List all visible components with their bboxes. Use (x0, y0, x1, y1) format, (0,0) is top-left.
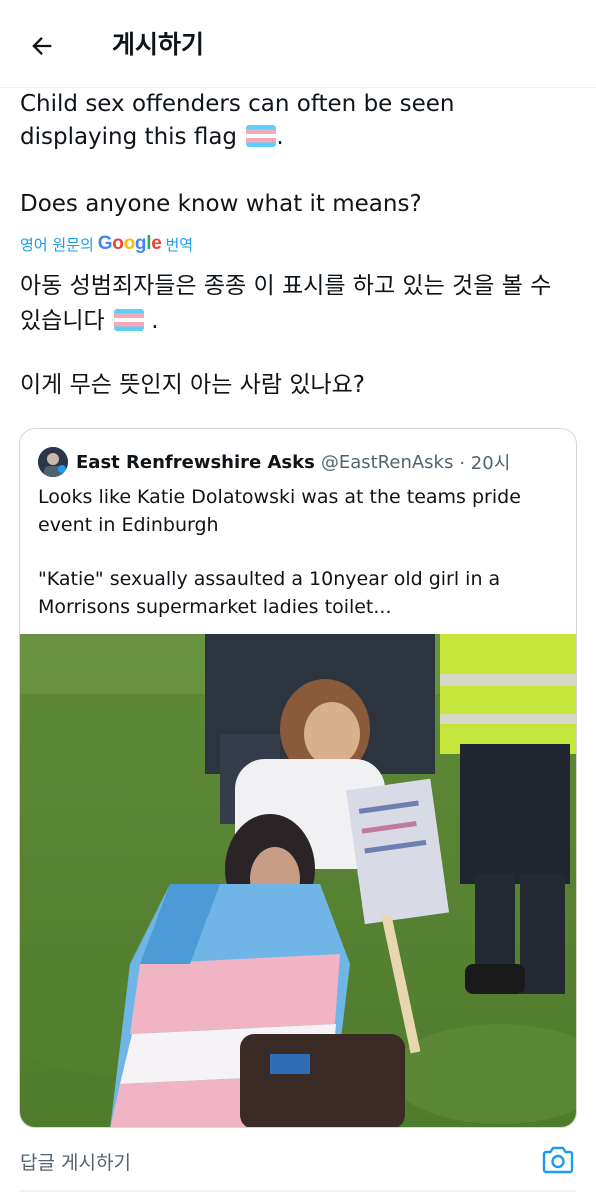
camera-icon[interactable] (540, 1142, 576, 1178)
post-text-line: Does anyone know what it means? (20, 191, 422, 217)
back-arrow-icon[interactable] (22, 26, 62, 66)
page-title: 게시하기 (112, 30, 205, 59)
quoted-text-line: "Katie" sexually assaulted a 10nyear old… (38, 568, 501, 590)
translated-text-line: 있습니다 . (20, 308, 159, 334)
avatar[interactable] (38, 447, 68, 477)
reply-input[interactable]: 답글 게시하기 (20, 1148, 131, 1175)
quoted-post-card[interactable]: East Renfrewshire Asks @EastRenAsks · 20… (19, 428, 577, 1128)
quoted-text-line: Looks like Katie Dolatowski was at the t… (38, 486, 521, 508)
trans-flag-emoji-icon (246, 125, 277, 147)
quoted-text-line: event in Edinburgh (38, 514, 219, 536)
quoted-post-photo[interactable] (20, 634, 576, 1127)
quoted-text-line: Morrisons supermarket ladies toilet... (38, 596, 392, 618)
post-text-line: Child sex offenders can often be seen (20, 91, 455, 117)
quoted-author-handle[interactable]: @EastRenAsks (321, 452, 454, 473)
quoted-post-header: East Renfrewshire Asks @EastRenAsks · 20… (38, 447, 510, 477)
reply-composer: 답글 게시하기 (0, 1128, 596, 1199)
top-bar: 게시하기 (0, 0, 596, 88)
post-text-line: displaying this flag . (20, 124, 284, 150)
google-logo: Google (97, 233, 162, 254)
translated-text-line: 아동 성범죄자들은 종종 이 표시를 하고 있는 것을 볼 수 (20, 273, 552, 299)
translation-attribution[interactable]: 영어 원문의 Google 번역 (20, 233, 193, 255)
translated-text-line: 이게 무슨 뜻인지 아는 사람 있나요? (20, 372, 366, 398)
trans-flag-emoji-icon (113, 309, 144, 331)
quoted-timestamp: · 20시 (459, 453, 511, 474)
divider (20, 1190, 576, 1192)
quoted-author-name[interactable]: East Renfrewshire Asks (76, 452, 315, 473)
